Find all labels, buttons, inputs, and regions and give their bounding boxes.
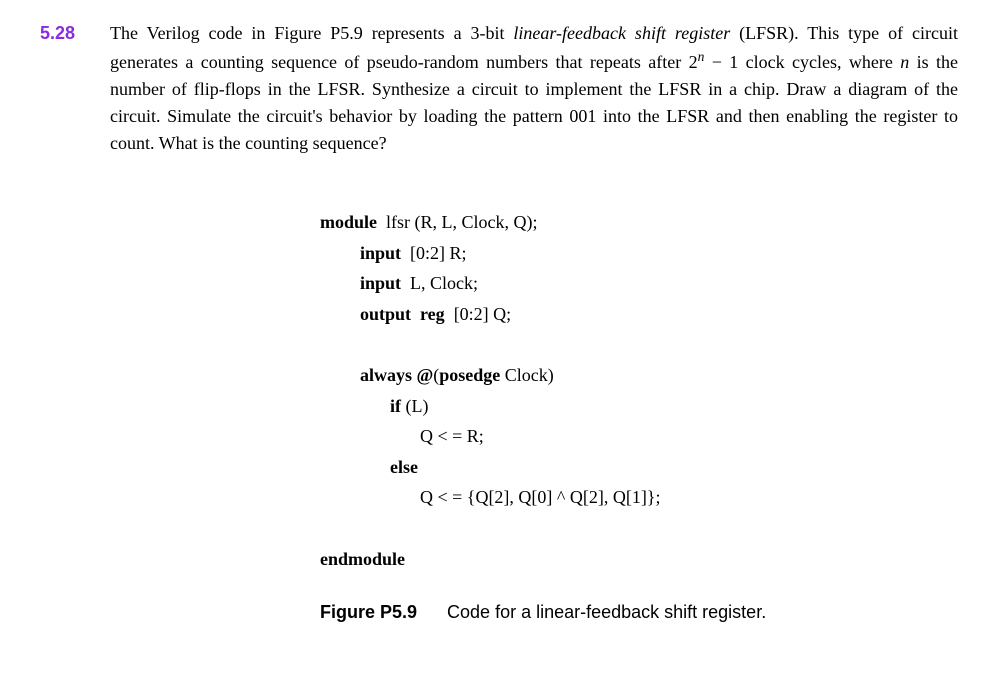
keyword-output-reg: output reg <box>360 304 445 324</box>
code-text: (L) <box>401 396 428 416</box>
verilog-code-block: module lfsr (R, L, Clock, Q); input [0:2… <box>320 207 958 574</box>
code-text: L, Clock; <box>401 273 478 293</box>
code-line: output reg [0:2] Q; <box>320 299 958 330</box>
code-line: input L, Clock; <box>320 268 958 299</box>
code-line: Q < = R; <box>320 421 958 452</box>
keyword-if: if <box>390 396 401 416</box>
figure-label: Figure P5.9 <box>320 602 417 622</box>
code-line: endmodule <box>320 544 958 575</box>
code-text: [0:2] Q; <box>445 304 512 324</box>
keyword-module: module <box>320 212 377 232</box>
code-line: else <box>320 452 958 483</box>
keyword-endmodule: endmodule <box>320 549 405 569</box>
code-line: if (L) <box>320 391 958 422</box>
keyword-always: always @ <box>360 365 433 385</box>
keyword-input: input <box>360 243 401 263</box>
text-segment: The Verilog code in Figure P5.9 represen… <box>110 23 513 43</box>
keyword-input: input <box>360 273 401 293</box>
keyword-posedge: posedge <box>439 365 500 385</box>
code-text: [0:2] R; <box>401 243 467 263</box>
code-line: module lfsr (R, L, Clock, Q); <box>320 207 958 238</box>
text-segment: − 1 clock cycles, where <box>704 52 900 72</box>
code-text: Clock) <box>500 365 554 385</box>
problem-number: 5.28 <box>40 20 110 47</box>
blank-line <box>320 329 958 360</box>
term-lfsr: linear-feedback shift register <box>513 23 730 43</box>
code-line: always @(posedge Clock) <box>320 360 958 391</box>
problem-block: 5.28 The Verilog code in Figure P5.9 rep… <box>40 20 958 157</box>
blank-line <box>320 513 958 544</box>
code-line: Q < = {Q[2], Q[0] ^ Q[2], Q[1]}; <box>320 482 958 513</box>
figure-caption: Figure P5.9 Code for a linear-feedback sh… <box>320 599 958 626</box>
code-line: input [0:2] R; <box>320 238 958 269</box>
problem-statement: The Verilog code in Figure P5.9 represen… <box>110 20 958 157</box>
keyword-else: else <box>390 457 418 477</box>
code-text: lfsr (R, L, Clock, Q); <box>377 212 537 232</box>
code-text: Q < = {Q[2], Q[0] ^ Q[2], Q[1]}; <box>420 487 660 507</box>
code-text: Q < = R; <box>420 426 484 446</box>
var-n: n <box>900 52 909 72</box>
figure-description: Code for a linear-feedback shift registe… <box>447 602 766 622</box>
